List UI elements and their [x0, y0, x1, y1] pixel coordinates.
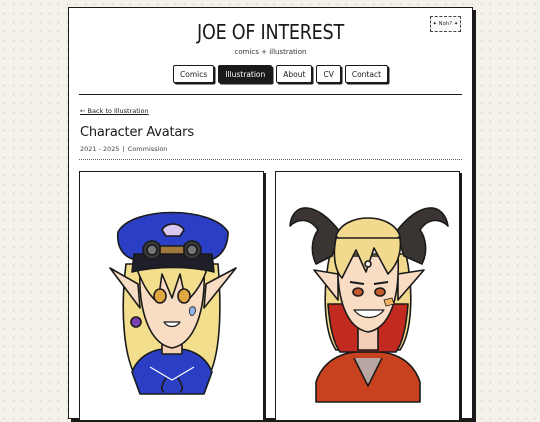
back-to-illustration-link[interactable]: ← Back to Illustration — [80, 107, 149, 115]
header-divider — [79, 94, 462, 95]
nav-illustration-button[interactable]: Illustration — [218, 65, 273, 83]
avatar-card-elf[interactable] — [79, 171, 264, 421]
main-nav: Comics Illustration About CV Contact — [173, 65, 389, 83]
page-meta: 2021 - 2025 | Commission — [80, 145, 167, 153]
page-title: Character Avatars — [80, 125, 194, 140]
horned-avatar-illustration — [289, 207, 449, 403]
meta-separator: | — [122, 145, 125, 153]
page-card: ✦ Noh? ✦ JOE OF INTEREST comics + illust… — [68, 7, 473, 421]
nav-contact-button[interactable]: Contact — [344, 65, 389, 83]
nav-about-button[interactable]: About — [276, 65, 313, 83]
meta-category: Commission — [127, 145, 168, 153]
title-divider — [79, 159, 462, 160]
nav-cv-button[interactable]: CV — [316, 65, 341, 83]
avatar-card-horned[interactable] — [275, 171, 460, 421]
nav-comics-button[interactable]: Comics — [173, 65, 215, 83]
site-title[interactable]: JOE OF INTEREST — [93, 20, 448, 44]
elf-avatar-illustration — [109, 211, 237, 395]
meta-years: 2021 - 2025 — [80, 145, 120, 153]
site-tagline: comics + illustration — [234, 48, 307, 56]
